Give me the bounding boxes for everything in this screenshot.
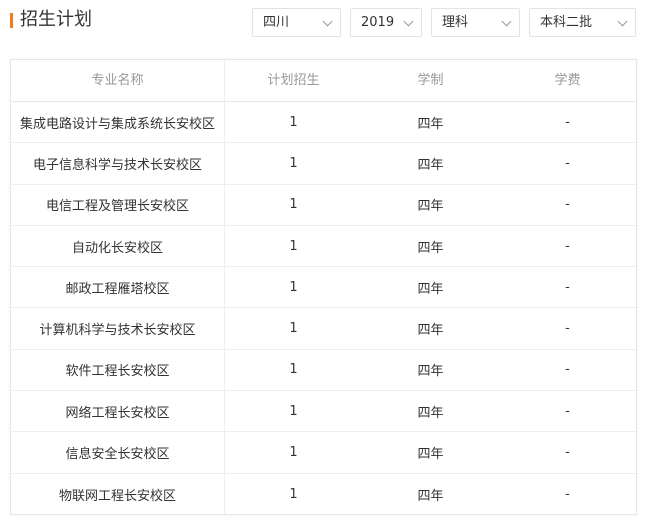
plan-count-cell: 1 [289,238,298,254]
subject-select-value: 理科 [442,15,469,30]
province-select-value: 四川 [263,15,290,30]
table-row: 网络工程长安校区 1 四年 - [11,391,636,433]
year-select[interactable]: 2019 [350,8,422,37]
column-header-tuition: 学费 [554,73,581,88]
tuition-cell: - [565,486,570,502]
duration-cell: 四年 [417,323,444,339]
major-cell: 电信工程及管理长安校区 [11,184,225,225]
plan-count-cell: 1 [289,445,298,461]
tuition-cell: - [565,445,570,461]
table-row: 信息安全长安校区 1 四年 - [11,432,636,474]
major-cell: 计算机科学与技术长安校区 [11,308,225,349]
province-select[interactable]: 四川 [252,8,341,37]
plan-count-cell: 1 [289,362,298,378]
enrollment-plan-table: 专业名称 计划招生 学制 学费 集成电路设计与集成系统长安校区 1 四年 - 电子信息科… [10,59,637,515]
table-row: 物联网工程长安校区 1 四年 - [11,473,636,515]
table-row: 邮政工程雁塔校区 1 四年 - [11,267,636,309]
chevron-down-icon [403,16,414,27]
table-header: 专业名称 计划招生 学制 学费 [11,60,636,102]
major-cell: 邮政工程雁塔校区 [11,267,225,308]
duration-cell: 四年 [417,116,444,132]
tuition-cell: - [565,362,570,378]
major-cell: 软件工程长安校区 [11,349,225,391]
plan-count-cell: 1 [289,197,298,213]
table-row: 自动化长安校区 1 四年 - [11,225,636,268]
table-row: 电子信息科学与技术长安校区 1 四年 - [11,143,636,185]
duration-cell: 四年 [417,199,444,215]
chevron-down-icon [322,16,333,27]
year-select-value: 2019 [361,15,395,30]
tuition-cell: - [565,321,570,337]
plan-count-cell: 1 [289,155,298,171]
duration-cell: 四年 [417,364,444,380]
duration-cell: 四年 [417,488,444,504]
duration-cell: 四年 [417,447,444,463]
section-header: 招生计划 四川 2019 理科 本科二批 [0,0,646,44]
page-title: 招生计划 [20,9,92,30]
tuition-cell: - [565,155,570,171]
title-accent-bar [10,13,13,28]
batch-select[interactable]: 本科二批 [529,8,636,37]
major-cell: 物联网工程长安校区 [11,473,225,515]
subject-select[interactable]: 理科 [431,8,520,37]
table-row: 电信工程及管理长安校区 1 四年 - [11,184,636,226]
plan-count-cell: 1 [289,114,298,130]
table-row: 计算机科学与技术长安校区 1 四年 - [11,308,636,350]
chevron-down-icon [617,16,628,27]
duration-cell: 四年 [417,281,444,297]
duration-cell: 四年 [417,157,444,173]
table-row: 软件工程长安校区 1 四年 - [11,349,636,392]
column-header-major: 专业名称 [11,60,225,101]
tuition-cell: - [565,114,570,130]
tuition-cell: - [565,238,570,254]
duration-cell: 四年 [417,240,444,256]
plan-count-cell: 1 [289,486,298,502]
plan-count-cell: 1 [289,279,298,295]
duration-cell: 四年 [417,405,444,421]
tuition-cell: - [565,403,570,419]
column-header-plan: 计划招生 [267,73,320,88]
plan-count-cell: 1 [289,403,298,419]
tuition-cell: - [565,279,570,295]
chevron-down-icon [501,16,512,27]
tuition-cell: - [565,197,570,213]
plan-count-cell: 1 [289,321,298,337]
table-body: 集成电路设计与集成系统长安校区 1 四年 - 电子信息科学与技术长安校区 1 四年 - 电信工程… [11,102,636,515]
major-cell: 集成电路设计与集成系统长安校区 [11,102,225,143]
table-row: 集成电路设计与集成系统长安校区 1 四年 - [11,102,636,144]
batch-select-value: 本科二批 [540,15,593,30]
column-header-duration: 学制 [417,73,444,88]
major-cell: 电子信息科学与技术长安校区 [11,143,225,184]
major-cell: 信息安全长安校区 [11,432,225,473]
major-cell: 网络工程长安校区 [11,391,225,432]
major-cell: 自动化长安校区 [11,225,225,267]
